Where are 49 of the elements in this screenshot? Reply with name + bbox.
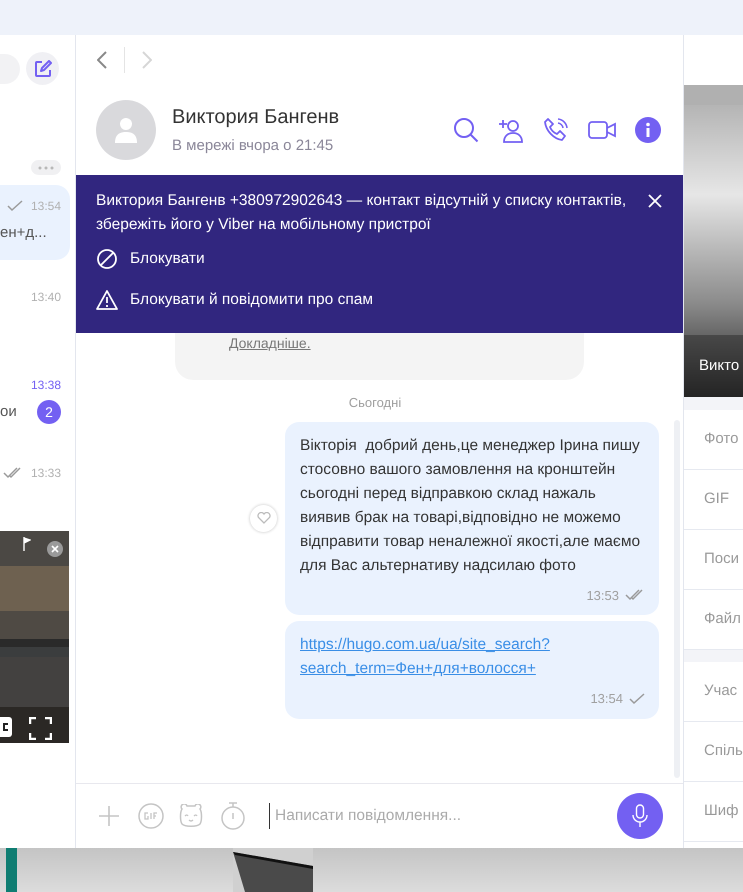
details-item[interactable]: Поси [684,530,743,590]
details-item[interactable]: Шиф [684,782,743,842]
message-time: 13:53 [586,586,619,604]
unread-badge: 2 [37,400,61,424]
chat-time: 13:33 [30,465,61,482]
video-camera-icon[interactable] [588,120,616,140]
message-link[interactable]: https://hugo.com.ua/ua/site_search? search_term=Фен+для+волосся+ [300,633,645,681]
microphone-icon [632,804,648,828]
flag-icon [23,537,31,551]
warning-icon [96,288,118,311]
search-icon[interactable] [453,117,479,143]
chat-list-item[interactable]: 13:33 [0,436,70,524]
message-time: 13:54 [590,690,623,708]
add-person-icon[interactable] [498,117,524,143]
captions-icon[interactable] [0,717,12,737]
phone-icon[interactable] [543,117,569,143]
banner-action[interactable]: Блокувати й повідомити про спам [96,288,663,312]
contact-name: Викто [699,356,740,376]
details-item[interactable]: Спіль [684,722,743,782]
info-icon[interactable] [635,117,661,143]
block-icon [96,248,118,270]
chat-list-item[interactable]: 13:54 ен+д... [0,185,70,260]
contact-name: Виктория Бангенв [172,105,340,130]
fullscreen-icon[interactable] [29,717,52,740]
banner-text: Виктория Бангенв +380972902643 — контакт відсутній у списку контактів, збережіть його у Viber на мобільному пристрої [96,191,628,235]
message-text: Вікторія добрий день,це менеджер Ірина пишу стосовно вашого замовлення на кронштейн сьогодні перед відправкою склад нажаль виявив брак на товарі,відповідно не можемо відправити товар неналежної якості,але маємо для Вас альтернативу надсилаю фото [300,436,642,576]
message-input[interactable]: Написати повідомлення... [269,803,617,829]
heart-icon [256,512,270,524]
chat-preview: ен+д... [0,222,47,243]
chat-list-item[interactable]: 13:40 [0,260,70,348]
person-icon [115,117,137,143]
more-info-link[interactable]: Докладніше. [229,333,311,354]
chat-time: 13:54 [30,198,61,215]
banner-action[interactable]: Блокувати [96,247,663,270]
more-icon [38,166,54,170]
contact-status: В мережі вчора о 21:45 [172,136,334,156]
chat-time: 13:40 [30,289,61,306]
details-item[interactable]: GIF [684,470,743,530]
chat-preview: ои [0,402,17,422]
chat-time: 13:38 [30,377,61,394]
compose-button[interactable] [26,52,59,85]
close-button[interactable] [647,193,663,209]
close-icon[interactable] [47,541,63,557]
details-item[interactable]: Фото [684,410,743,470]
chat-list-item[interactable]: 13:38 ои 2 [0,348,70,436]
details-item[interactable]: Учас [684,662,743,722]
microphone-button[interactable] [617,793,663,839]
compose-icon [34,60,52,78]
date-divider: Сьогодні [348,394,402,412]
